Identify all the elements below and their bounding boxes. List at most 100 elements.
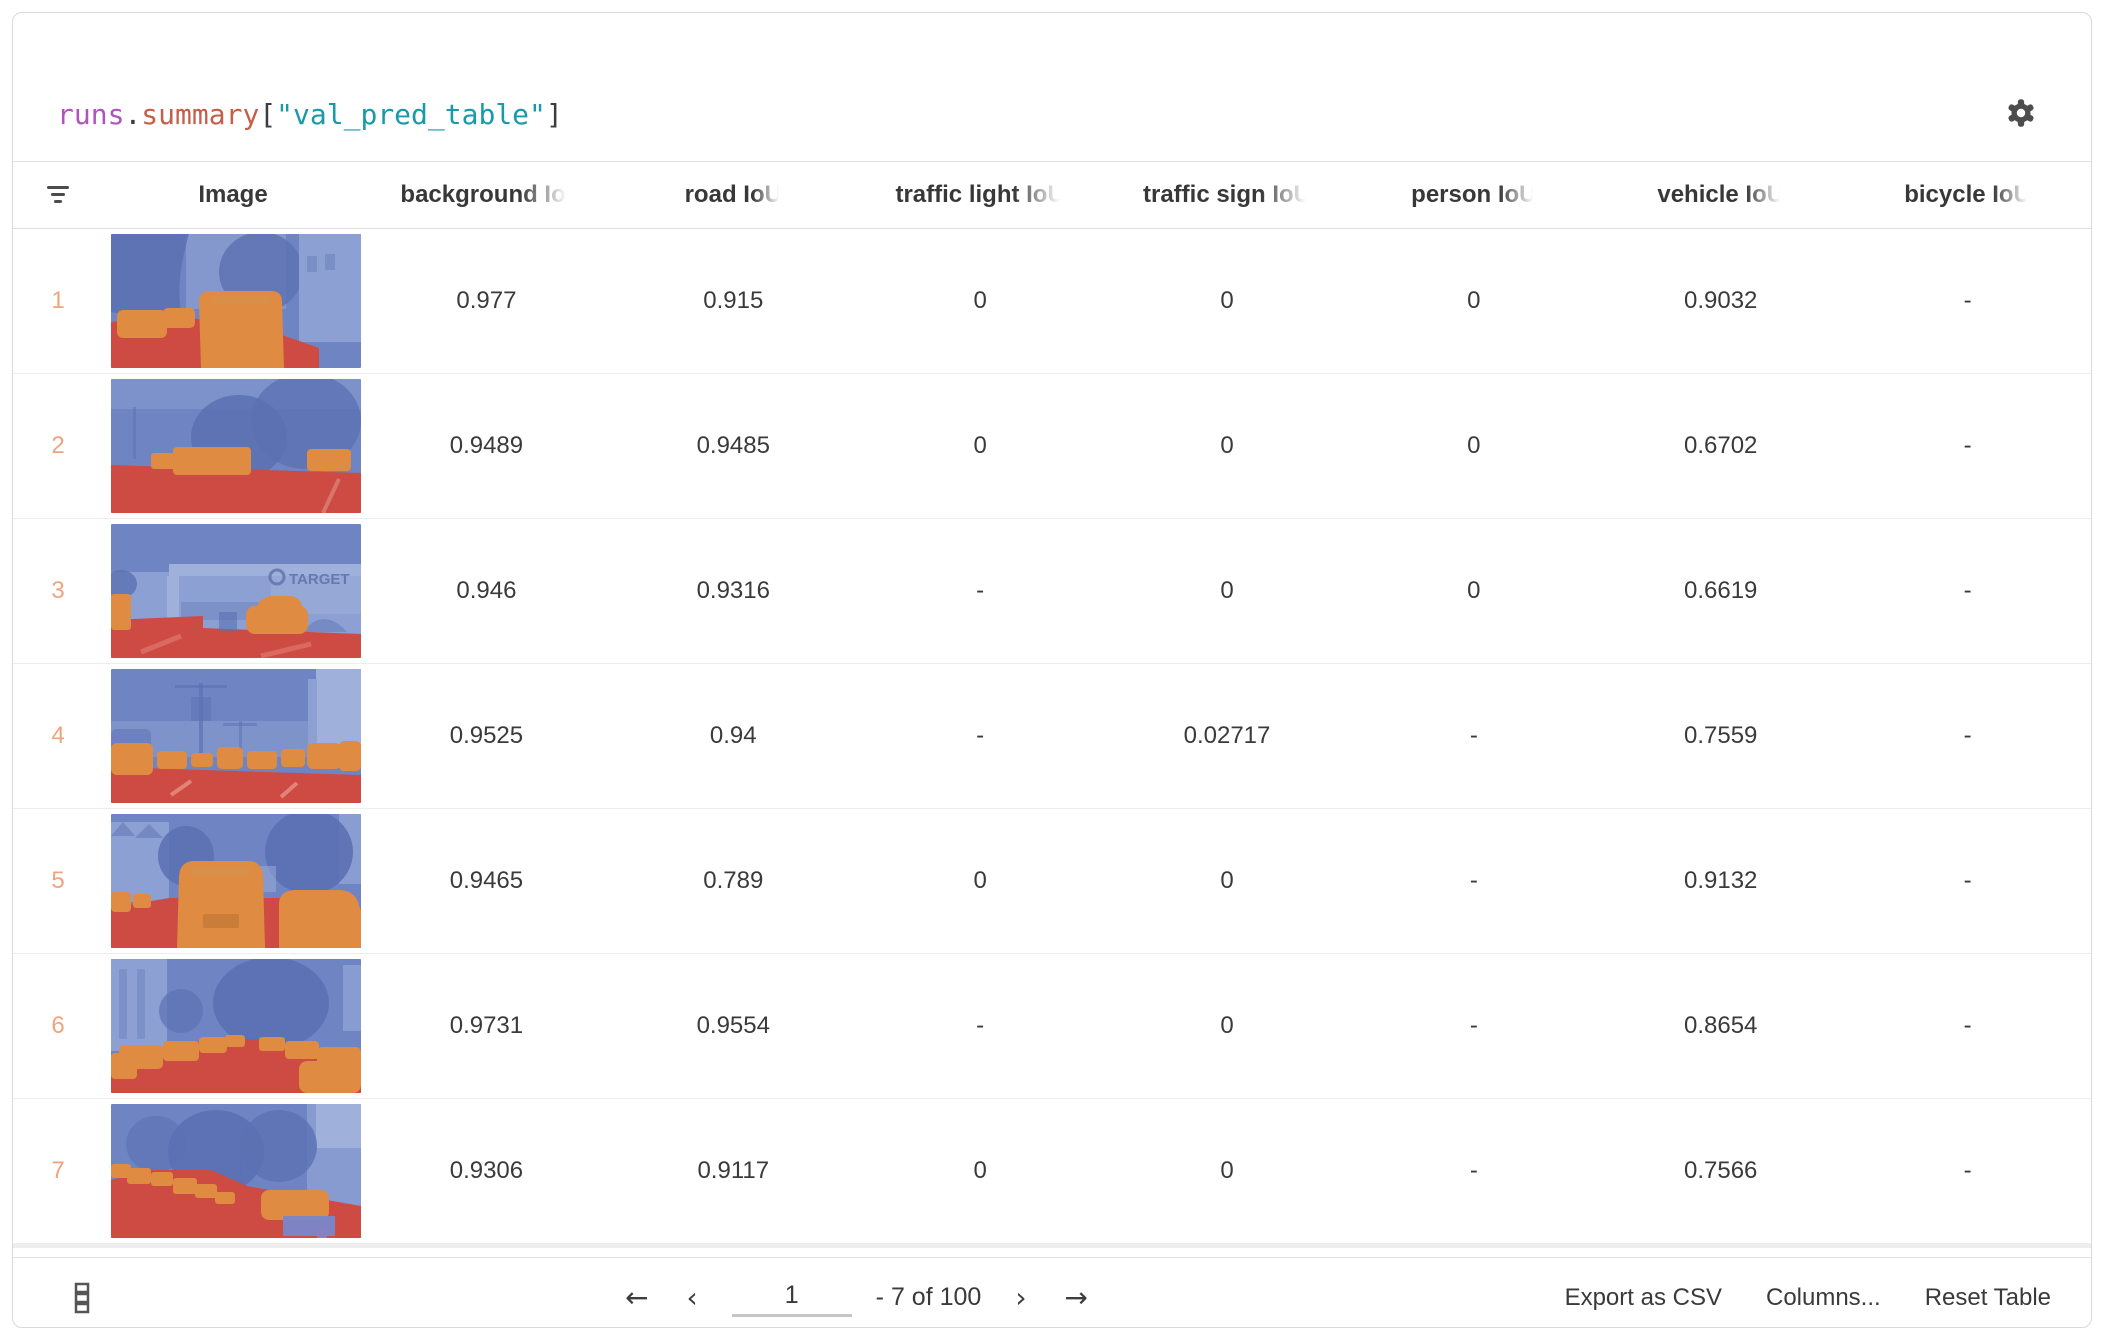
cell-background-iou: 0.9306 bbox=[363, 1157, 610, 1185]
first-page-icon[interactable]: ← bbox=[621, 1281, 652, 1314]
segmentation-thumbnail[interactable] bbox=[111, 669, 361, 803]
cell-bicycle-iou: - bbox=[1844, 1012, 2091, 1040]
val-pred-table-panel: runs.summary["val_pred_table"] Image bbox=[12, 12, 2092, 1328]
cell-person-iou: 0 bbox=[1350, 432, 1597, 460]
segmentation-thumbnail[interactable] bbox=[111, 1104, 361, 1238]
cell-road-iou: 0.9554 bbox=[610, 1012, 857, 1040]
cell-background-iou: 0.9489 bbox=[363, 432, 610, 460]
cell-vehicle-iou: 0.7559 bbox=[1597, 722, 1844, 750]
row-index: 1 bbox=[13, 287, 103, 315]
reset-table-button[interactable]: Reset Table bbox=[1925, 1284, 2051, 1312]
cell-bicycle-iou: - bbox=[1844, 1157, 2091, 1185]
cell-road-iou: 0.94 bbox=[610, 722, 857, 750]
cell-person-iou: - bbox=[1350, 867, 1597, 895]
segmentation-thumbnail[interactable] bbox=[111, 814, 361, 948]
thumbnail-store-sign-text: TARGET bbox=[289, 571, 350, 588]
filter-icon[interactable] bbox=[13, 183, 103, 207]
cell-traffic-light-iou: 0 bbox=[857, 287, 1104, 315]
cell-vehicle-iou: 0.6619 bbox=[1597, 577, 1844, 605]
code-token-dot: . bbox=[124, 98, 141, 131]
cell-road-iou: 0.9117 bbox=[610, 1157, 857, 1185]
column-header-traffic-sign-iou[interactable]: traffic sign IoU bbox=[1104, 181, 1351, 209]
code-token-runs: runs bbox=[57, 98, 124, 131]
column-header-image[interactable]: Image bbox=[103, 181, 363, 209]
cell-traffic-light-iou: - bbox=[857, 577, 1104, 605]
cell-person-iou: 0 bbox=[1350, 287, 1597, 315]
column-header-traffic-light-iou[interactable]: traffic light IoU bbox=[857, 181, 1104, 209]
image-cell bbox=[103, 814, 363, 948]
horizontal-scrollbar[interactable] bbox=[13, 1243, 2091, 1248]
cell-person-iou: 0 bbox=[1350, 577, 1597, 605]
table-row: 6 bbox=[13, 954, 2091, 1099]
cell-person-iou: - bbox=[1350, 1157, 1597, 1185]
prev-page-icon[interactable]: ‹ bbox=[682, 1281, 701, 1314]
image-cell bbox=[103, 669, 363, 803]
cell-vehicle-iou: 0.9132 bbox=[1597, 867, 1844, 895]
cell-traffic-sign-iou: 0 bbox=[1104, 867, 1351, 895]
export-csv-button[interactable]: Export as CSV bbox=[1565, 1284, 1722, 1312]
table-footer: ← ‹ - 7 of 100 › → Export as CSV Columns… bbox=[13, 1257, 2091, 1328]
cell-road-iou: 0.915 bbox=[610, 287, 857, 315]
cell-road-iou: 0.9316 bbox=[610, 577, 857, 605]
panel-header: runs.summary["val_pred_table"] bbox=[13, 13, 2091, 161]
cell-traffic-sign-iou: 0 bbox=[1104, 1012, 1351, 1040]
column-header-person-iou[interactable]: person IoU bbox=[1350, 181, 1597, 209]
segmentation-thumbnail[interactable] bbox=[111, 234, 361, 368]
cell-person-iou: - bbox=[1350, 722, 1597, 750]
cell-background-iou: 0.946 bbox=[363, 577, 610, 605]
code-token-summary: summary bbox=[141, 98, 259, 131]
panel-title-code: runs.summary["val_pred_table"] bbox=[57, 98, 563, 131]
row-index: 2 bbox=[13, 432, 103, 460]
cell-vehicle-iou: 0.8654 bbox=[1597, 1012, 1844, 1040]
table-row: 4 bbox=[13, 664, 2091, 809]
row-index: 7 bbox=[13, 1157, 103, 1185]
row-index: 5 bbox=[13, 867, 103, 895]
cell-person-iou: - bbox=[1350, 1012, 1597, 1040]
column-header-vehicle-iou[interactable]: vehicle IoU bbox=[1597, 181, 1844, 209]
cell-traffic-light-iou: 0 bbox=[857, 867, 1104, 895]
pagination: ← ‹ - 7 of 100 › → bbox=[621, 1258, 1092, 1328]
cell-traffic-sign-iou: 0 bbox=[1104, 577, 1351, 605]
row-index: 6 bbox=[13, 1012, 103, 1040]
column-header-bicycle-iou[interactable]: bicycle IoU bbox=[1844, 181, 2091, 209]
cell-bicycle-iou: - bbox=[1844, 722, 2091, 750]
columns-button[interactable]: Columns... bbox=[1766, 1284, 1881, 1312]
segmentation-thumbnail[interactable]: TARGET bbox=[111, 524, 361, 658]
page-range-label: - 7 of 100 bbox=[876, 1283, 982, 1312]
settings-gear-icon[interactable] bbox=[2003, 95, 2039, 131]
cell-traffic-light-iou: - bbox=[857, 1012, 1104, 1040]
cell-bicycle-iou: - bbox=[1844, 577, 2091, 605]
last-page-icon[interactable]: → bbox=[1061, 1281, 1092, 1314]
cell-traffic-sign-iou: 0 bbox=[1104, 432, 1351, 460]
row-index: 4 bbox=[13, 722, 103, 750]
cell-traffic-light-iou: 0 bbox=[857, 1157, 1104, 1185]
segmentation-thumbnail[interactable] bbox=[111, 379, 361, 513]
table-header-row: Image background IoU road IoU traffic li… bbox=[13, 161, 2091, 229]
cell-traffic-sign-iou: 0 bbox=[1104, 287, 1351, 315]
code-token-bracket-close: ] bbox=[546, 98, 563, 131]
next-page-icon[interactable]: › bbox=[1011, 1281, 1030, 1314]
table-row: 2 0.9489 0.9485 0 0 0 bbox=[13, 374, 2091, 519]
column-header-background-iou[interactable]: background IoU bbox=[363, 181, 610, 209]
cell-background-iou: 0.9525 bbox=[363, 722, 610, 750]
cell-traffic-sign-iou: 0.02717 bbox=[1104, 722, 1351, 750]
column-header-road-iou[interactable]: road IoU bbox=[610, 181, 857, 209]
image-cell bbox=[103, 234, 363, 368]
segmentation-thumbnail[interactable] bbox=[111, 959, 361, 1093]
table-row: 1 0.977 0.915 0 bbox=[13, 229, 2091, 374]
image-cell: TARGET bbox=[103, 524, 363, 658]
cell-traffic-light-iou: 0 bbox=[857, 432, 1104, 460]
page-number-input[interactable] bbox=[732, 1279, 852, 1317]
cell-road-iou: 0.9485 bbox=[610, 432, 857, 460]
cell-vehicle-iou: 0.7566 bbox=[1597, 1157, 1844, 1185]
cell-background-iou: 0.9465 bbox=[363, 867, 610, 895]
table-row: 5 bbox=[13, 809, 2091, 954]
cell-bicycle-iou: - bbox=[1844, 287, 2091, 315]
row-height-icon[interactable] bbox=[13, 1281, 93, 1315]
table-body: 1 0.977 0.915 0 bbox=[13, 229, 2091, 1243]
cell-bicycle-iou: - bbox=[1844, 432, 2091, 460]
cell-vehicle-iou: 0.9032 bbox=[1597, 287, 1844, 315]
table-row: 3 TARGET bbox=[13, 519, 2091, 664]
table-row: 7 bbox=[13, 1099, 2091, 1243]
cell-traffic-sign-iou: 0 bbox=[1104, 1157, 1351, 1185]
